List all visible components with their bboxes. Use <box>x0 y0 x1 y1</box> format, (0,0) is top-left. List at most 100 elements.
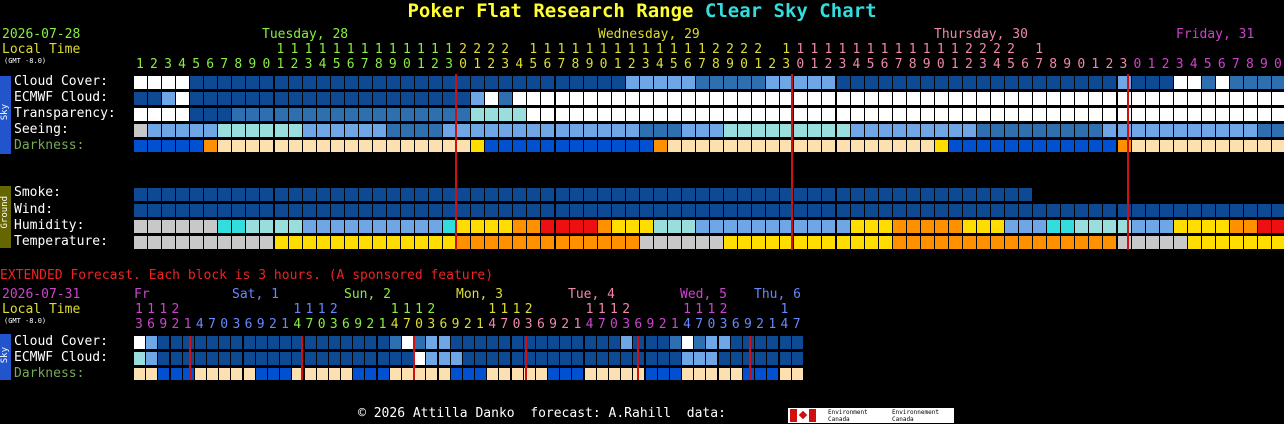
hour-tens-digit: 1 <box>627 42 636 57</box>
seeing-block <box>232 124 246 137</box>
ext-hour-digit: 2 <box>366 317 375 332</box>
ext-tens-digit: 1 <box>707 302 716 317</box>
humidity-block <box>864 220 878 233</box>
transparency-block <box>892 108 906 121</box>
humidity-block <box>1145 220 1159 233</box>
transparency-block <box>274 108 288 121</box>
ecmwf-cloud-block <box>597 92 611 105</box>
extended-banner[interactable]: EXTENDED Forecast. Each block is 3 hours… <box>0 269 493 282</box>
hour-ones-digit: 1 <box>754 57 763 72</box>
humidity-block <box>1229 220 1243 233</box>
smoke-block <box>836 188 850 201</box>
hour-tens-digit: 1 <box>445 42 453 57</box>
darkness-block <box>134 140 147 152</box>
temperature-block <box>499 236 513 249</box>
cloud-cover-block <box>274 76 288 89</box>
ext-hour-digit: 6 <box>634 317 643 332</box>
seeing-block <box>386 124 400 137</box>
hour-tens-digit: 1 <box>641 42 650 57</box>
temperature-block <box>429 236 443 249</box>
ext-darkness-block <box>669 368 681 380</box>
cloud-cover-block <box>1145 76 1159 89</box>
temperature-block <box>400 236 414 249</box>
darkness-block <box>962 140 976 152</box>
darkness-block <box>864 140 878 152</box>
ext-midnight-line <box>189 336 191 380</box>
ecmwf-cloud-block <box>1201 92 1215 105</box>
humidity-block <box>625 220 639 233</box>
ext-hour-digit: 6 <box>244 317 253 332</box>
temperature-block <box>962 236 976 249</box>
ext-ecmwf-cloud-block <box>328 352 340 365</box>
humidity-block <box>527 220 541 233</box>
ext-cloud-cover-block <box>328 336 340 349</box>
wind-block <box>190 204 204 217</box>
humidity-block <box>316 220 330 233</box>
transparency-block <box>1159 108 1173 121</box>
seeing-block <box>864 124 878 137</box>
cloud-cover-block <box>681 76 695 89</box>
seeing-block <box>1229 124 1243 137</box>
wind-block <box>232 204 246 217</box>
humidity-block <box>134 220 147 233</box>
darkness-block <box>724 140 738 152</box>
smoke-block <box>527 188 541 201</box>
transparency-block <box>653 108 667 121</box>
page-title: Poker Flat Research Range Clear Sky Char… <box>0 2 1284 21</box>
temperature-block <box>1229 236 1243 249</box>
ecmwf-cloud-block <box>710 92 724 105</box>
ext-hour-digit: 7 <box>597 317 606 332</box>
ext-tens-digit: 1 <box>585 302 594 317</box>
darkness-block <box>681 140 695 152</box>
hour-ones-digit: 3 <box>501 57 510 72</box>
seeing-block <box>681 124 695 137</box>
hour-ones-digit: 6 <box>346 57 355 72</box>
cloud-cover-block <box>288 76 302 89</box>
ext-hour-digit: 0 <box>317 317 326 332</box>
environment-canada-logo[interactable]: Environment Canada Environnement Canada <box>788 408 954 423</box>
ext-hour-digit: 6 <box>731 317 740 332</box>
ext-hour-digit: 4 <box>195 317 204 332</box>
ecmwf-cloud-block <box>330 92 344 105</box>
wind-block <box>569 204 583 217</box>
ext-cloud-cover-block <box>609 336 621 349</box>
row-label-smoke: Smoke: <box>14 185 61 200</box>
cloud-cover-block <box>850 76 864 89</box>
hour-ones-digit: 7 <box>360 57 369 72</box>
smoke-block <box>611 188 625 201</box>
hour-tens-digit: 1 <box>866 42 875 57</box>
seeing-block <box>527 124 541 137</box>
hour-ones-digit: 6 <box>543 57 552 72</box>
extended-date: 2026-07-31 <box>2 287 81 302</box>
ext-darkness-block <box>779 368 791 380</box>
hour-tens-digit: 2 <box>979 42 987 57</box>
humidity-block <box>386 220 400 233</box>
cloud-cover-block <box>864 76 878 89</box>
seeing-block <box>934 124 948 137</box>
darkness-block <box>513 140 527 152</box>
ext-darkness-block <box>194 368 206 380</box>
ext-hour-digit: 0 <box>415 317 423 332</box>
wind-block <box>1229 204 1243 217</box>
wind-block <box>920 204 934 217</box>
wind-block <box>1215 204 1229 217</box>
transparency-block <box>246 108 260 121</box>
hour-tens-digit: 1 <box>304 42 313 57</box>
cloud-cover-block <box>134 76 147 89</box>
site-name: Poker Flat Research Range <box>407 0 694 22</box>
cloud-cover-block <box>569 76 583 89</box>
wind-block <box>864 204 878 217</box>
transparency-block <box>386 108 400 121</box>
cloud-cover-block <box>513 76 527 89</box>
smoke-block <box>162 188 176 201</box>
ecmwf-cloud-block <box>991 92 1005 105</box>
transparency-block <box>962 108 976 121</box>
wind-block <box>513 204 527 217</box>
wind-block <box>344 204 358 217</box>
midnight-line <box>455 74 457 250</box>
seeing-block <box>794 124 808 137</box>
wind-block <box>597 204 611 217</box>
wind-block <box>1019 204 1033 217</box>
day-label-tuesday: Tuesday, 28 <box>262 27 349 42</box>
temperature-block <box>738 236 752 249</box>
